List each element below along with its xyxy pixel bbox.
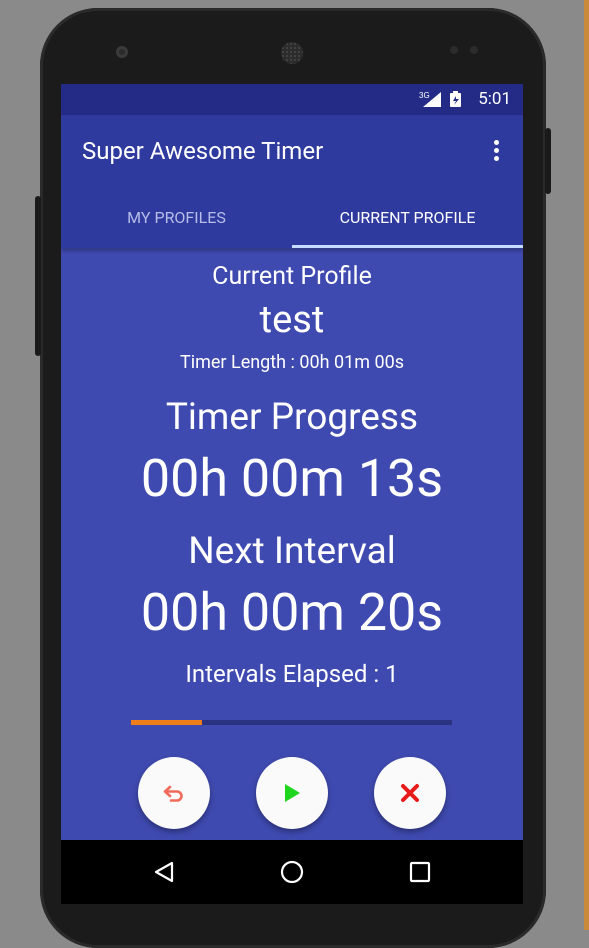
power-button <box>545 128 551 194</box>
reset-button[interactable] <box>138 757 210 829</box>
play-button[interactable] <box>256 757 328 829</box>
progress-fill <box>131 720 202 725</box>
stop-button[interactable] <box>374 757 446 829</box>
status-clock: 5:01 <box>478 89 511 109</box>
network-type-label: 3G <box>419 91 430 100</box>
light-sensor <box>470 46 478 54</box>
intervals-elapsed: Intervals Elapsed : 1 <box>185 660 399 688</box>
recents-square-icon <box>409 861 431 883</box>
back-button[interactable] <box>134 840 194 904</box>
status-icons: 3G <box>419 91 461 107</box>
home-button[interactable] <box>262 840 322 904</box>
timer-content: Current Profile test Timer Length : 00h … <box>61 248 523 840</box>
earpiece-speaker <box>281 42 303 64</box>
background-edge <box>584 0 589 930</box>
proximity-sensor <box>450 46 458 54</box>
timer-progress-label: Timer Progress <box>165 396 419 439</box>
tab-label: CURRENT PROFILE <box>339 208 476 227</box>
undo-icon <box>163 785 183 802</box>
timer-progress-value: 00h 00m 13s <box>140 448 444 509</box>
tab-my-profiles[interactable]: MY PROFILES <box>61 204 292 248</box>
next-interval-label: Next Interval <box>188 530 396 573</box>
home-circle-icon <box>280 860 304 884</box>
tab-current-profile[interactable]: CURRENT PROFILE <box>292 204 523 248</box>
progress-bar <box>131 720 452 725</box>
app-title: Super Awesome Timer <box>82 137 324 165</box>
next-interval-value: 00h 00m 20s <box>140 582 444 643</box>
timer-length: Timer Length : 00h 01m 00s <box>179 352 404 373</box>
more-vert-icon[interactable] <box>489 137 503 167</box>
status-bar: 3G 5:01 <box>61 84 523 115</box>
device-screen: 3G 5:01 Super Awesome Timer MY PROFILES … <box>61 84 523 904</box>
profile-name: test <box>259 298 325 342</box>
app-bar: Super Awesome Timer MY PROFILES CURRENT … <box>61 115 523 248</box>
recents-button[interactable] <box>390 840 450 904</box>
front-camera <box>116 46 128 58</box>
volume-button <box>35 196 41 356</box>
back-triangle-icon <box>154 861 174 883</box>
current-profile-label: Current Profile <box>212 262 372 291</box>
close-icon <box>401 784 419 802</box>
play-icon <box>285 784 300 802</box>
system-nav-bar <box>61 840 523 904</box>
tab-label: MY PROFILES <box>127 208 226 227</box>
